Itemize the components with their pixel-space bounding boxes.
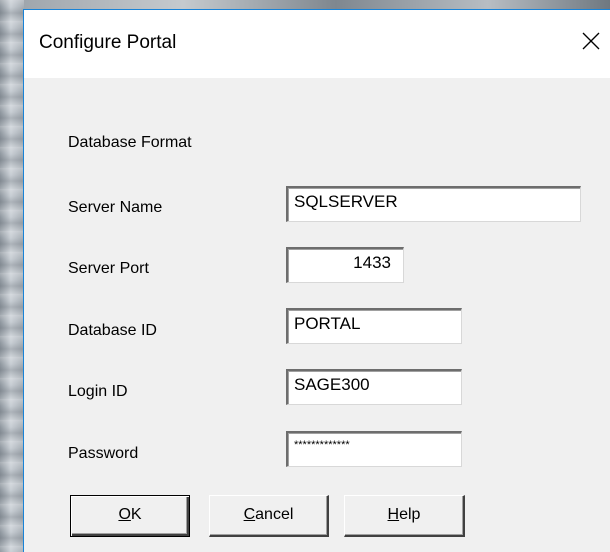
database-id-label: Database ID <box>68 322 157 339</box>
ok-label-rest: K <box>130 506 142 523</box>
title-bar: Configure Portal <box>24 10 610 78</box>
server-name-label: Server Name <box>68 199 163 216</box>
server-port-label: Server Port <box>68 260 149 277</box>
password-field[interactable]: ************* <box>286 431 462 467</box>
database-id-field[interactable]: PORTAL <box>286 308 462 344</box>
server-port-field[interactable]: 1433 <box>286 247 404 283</box>
database-format-label: Database Format <box>68 134 192 151</box>
ok-mnemonic: O <box>118 506 131 523</box>
help-button[interactable]: Help <box>344 495 465 537</box>
background-window-edge <box>0 0 24 552</box>
cancel-button[interactable]: Cancel <box>209 495 329 537</box>
dialog-title: Configure Portal <box>39 32 177 53</box>
login-id-field[interactable]: SAGE300 <box>286 369 462 405</box>
cancel-label-rest: ancel <box>255 506 294 523</box>
configure-portal-dialog: Configure Portal Database Format Server … <box>23 9 610 552</box>
server-name-field[interactable]: SQLSERVER <box>286 186 581 222</box>
close-button[interactable] <box>574 22 610 58</box>
help-label-rest: elp <box>399 506 421 523</box>
cancel-mnemonic: C <box>243 506 256 523</box>
login-id-label: Login ID <box>68 383 128 400</box>
ok-button[interactable]: OK <box>70 495 190 537</box>
password-label: Password <box>68 445 139 462</box>
close-icon <box>582 32 600 50</box>
help-mnemonic: H <box>387 506 400 523</box>
